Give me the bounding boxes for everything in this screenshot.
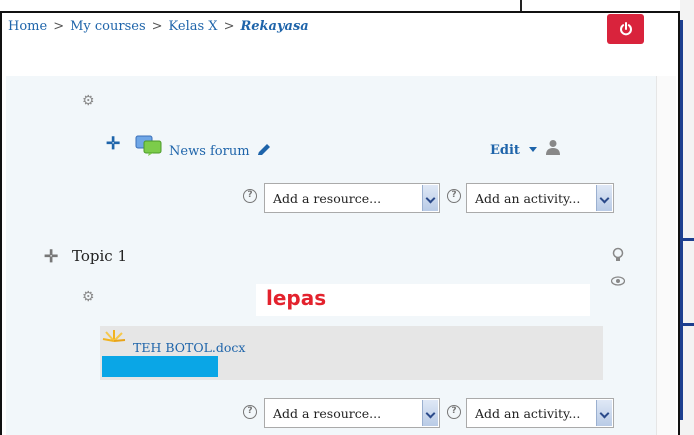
gear-icon[interactable]: ⚙ [82, 94, 95, 108]
file-upload-icon [102, 330, 126, 342]
add-activity-select[interactable]: Add an activity... [466, 183, 614, 213]
help-icon[interactable]: ? [447, 405, 461, 419]
lightbulb-icon[interactable] [612, 247, 624, 263]
add-activity-select-value: Add an activity... [475, 406, 581, 421]
topic-title: Topic 1 [72, 247, 127, 265]
breadcrumb-my-courses[interactable]: My courses [70, 19, 146, 34]
breadcrumb-home[interactable]: Home [8, 19, 47, 34]
user-icon[interactable] [546, 139, 560, 155]
move-icon[interactable]: ✛ [44, 249, 58, 266]
logout-button[interactable] [607, 14, 644, 44]
chevron-down-icon [422, 185, 438, 211]
help-icon[interactable]: ? [447, 189, 461, 203]
topic-annotation: lepas [266, 286, 327, 310]
move-icon[interactable]: ✛ [106, 136, 120, 153]
add-resource-select[interactable]: Add a resource... [264, 398, 440, 428]
breadcrumb-separator: > [53, 19, 65, 34]
breadcrumb: Home > My courses > Kelas X > Rekayasa [8, 19, 309, 34]
forum-icon [135, 135, 162, 156]
chevron-down-icon [422, 400, 438, 426]
chevron-down-icon [596, 400, 612, 426]
caret-down-icon[interactable] [529, 147, 537, 152]
eye-icon[interactable] [611, 275, 625, 287]
add-activity-select[interactable]: Add an activity... [466, 398, 614, 428]
uploaded-file-name[interactable]: TEH BOTOL.docx [133, 340, 245, 355]
add-resource-select-value: Add a resource... [273, 191, 382, 206]
gear-icon[interactable]: ⚙ [82, 290, 95, 304]
news-forum-link[interactable]: News forum [169, 144, 250, 159]
breadcrumb-current[interactable]: Rekayasa [240, 19, 308, 34]
upload-progress-bar [102, 356, 218, 377]
help-icon[interactable]: ? [243, 189, 257, 203]
breadcrumb-course[interactable]: Kelas X [169, 19, 218, 34]
help-icon[interactable]: ? [243, 405, 257, 419]
edit-menu-button[interactable]: Edit [490, 143, 520, 158]
breadcrumb-separator: > [151, 19, 163, 34]
add-activity-select-value: Add an activity... [475, 191, 581, 206]
power-icon [619, 22, 632, 36]
add-resource-select-value: Add a resource... [273, 406, 382, 421]
pencil-icon[interactable] [256, 143, 272, 157]
scrollbar[interactable] [656, 76, 676, 435]
chevron-down-icon [596, 185, 612, 211]
breadcrumb-separator: > [223, 19, 235, 34]
add-resource-select[interactable]: Add a resource... [264, 183, 440, 213]
screen: Home > My courses > Kelas X > Rekayasa ⚙ ✛ New… [0, 0, 694, 435]
background-window-edge [680, 0, 694, 435]
